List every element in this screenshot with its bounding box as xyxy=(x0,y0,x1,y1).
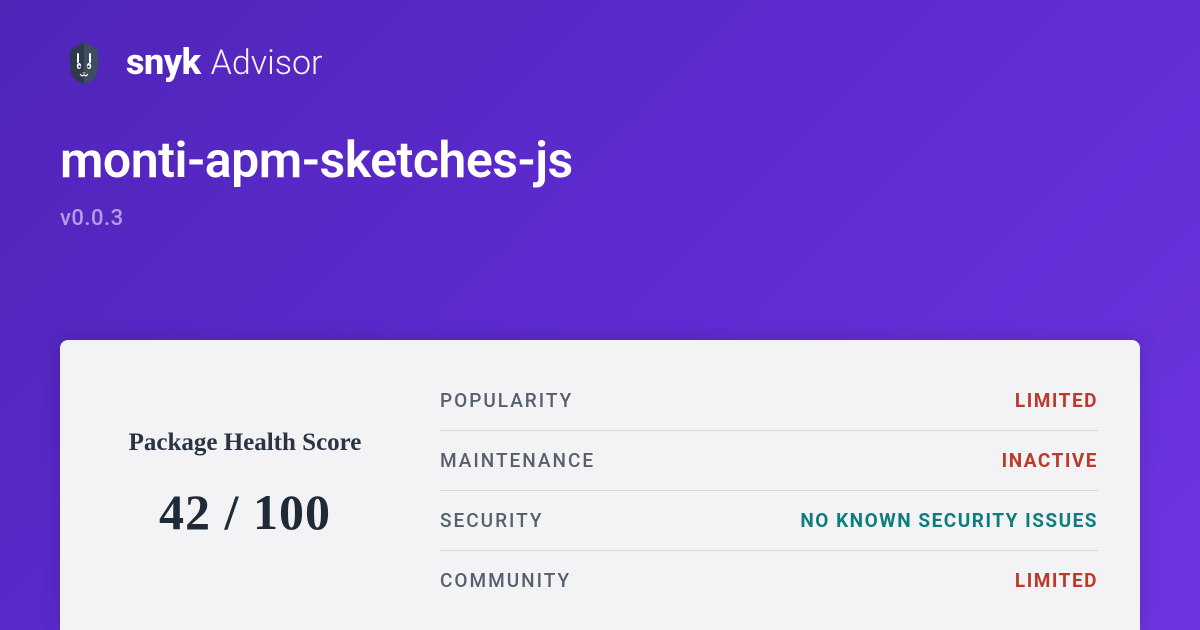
brand-product: Advisor xyxy=(211,43,323,83)
brand-name: snyk xyxy=(126,41,201,83)
metrics-panel: POPULARITY LIMITED MAINTENANCE INACTIVE … xyxy=(430,340,1140,630)
metric-label: POPULARITY xyxy=(440,389,573,412)
title-block: monti-apm-sketches-js v0.0.3 xyxy=(0,86,1200,231)
header: snyk Advisor xyxy=(0,0,1200,86)
metric-row-community: COMMUNITY LIMITED xyxy=(440,551,1098,610)
metric-label: MAINTENANCE xyxy=(440,449,595,472)
snyk-logo-icon xyxy=(60,38,108,86)
metric-value: INACTIVE xyxy=(1002,449,1098,472)
package-version: v0.0.3 xyxy=(60,206,1140,231)
metric-value: LIMITED xyxy=(1015,569,1098,592)
metric-row-security: SECURITY NO KNOWN SECURITY ISSUES xyxy=(440,491,1098,551)
metric-value: LIMITED xyxy=(1015,389,1098,412)
metric-row-maintenance: MAINTENANCE INACTIVE xyxy=(440,431,1098,491)
metric-label: COMMUNITY xyxy=(440,569,571,592)
score-panel: Package Health Score 42 / 100 xyxy=(60,340,430,630)
metric-row-popularity: POPULARITY LIMITED xyxy=(440,371,1098,431)
metric-label: SECURITY xyxy=(440,509,543,532)
score-label: Package Health Score xyxy=(129,429,362,457)
metric-value: NO KNOWN SECURITY ISSUES xyxy=(800,509,1098,532)
package-name: monti-apm-sketches-js xyxy=(60,132,1140,190)
brand-text: snyk Advisor xyxy=(126,41,322,83)
health-card: Package Health Score 42 / 100 POPULARITY… xyxy=(60,340,1140,630)
score-value: 42 / 100 xyxy=(159,483,331,541)
